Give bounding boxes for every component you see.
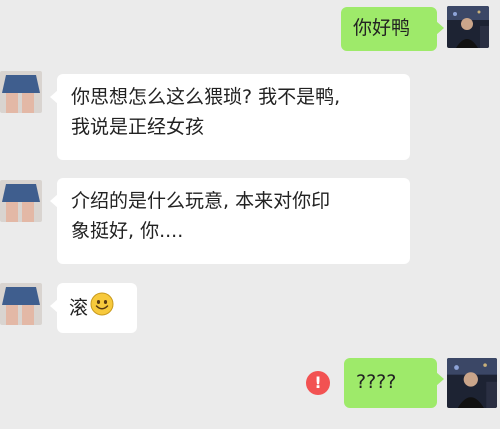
contact-avatar-image	[0, 283, 42, 325]
message-bubble-incoming[interactable]: 介绍的是什么玩意, 本来对你印 象挺好, 你....	[50, 178, 410, 264]
contact-avatar[interactable]	[0, 180, 42, 222]
message-text: ????	[356, 371, 397, 393]
message-bubble-incoming[interactable]: 你思想怎么这么猥琐? 我不是鸭, 我说是正经女孩	[50, 74, 410, 160]
message-text: 你好鸭	[353, 17, 411, 39]
my-avatar[interactable]	[447, 6, 489, 48]
my-avatar-image	[447, 358, 497, 408]
message-text-line: 象挺好, 你....	[71, 220, 184, 242]
message-text-line: 介绍的是什么玩意, 本来对你印	[71, 190, 331, 212]
smiling-face-emoji-icon	[90, 292, 114, 325]
message-text: 滚	[69, 297, 89, 319]
contact-avatar-image	[0, 180, 42, 222]
my-avatar-image	[447, 6, 489, 48]
message-bubble-outgoing[interactable]: 你好鸭	[341, 7, 444, 51]
contact-avatar[interactable]	[0, 283, 42, 325]
message-bubble-outgoing[interactable]: ????	[344, 358, 444, 408]
send-failed-icon[interactable]: !	[306, 371, 330, 395]
contact-avatar-image	[0, 71, 42, 113]
my-avatar[interactable]	[447, 358, 497, 408]
chat-window: 你好鸭 你思想怎么这么猥琐? 我不是鸭, 我说是正经女孩 介绍的是什么玩意, 本…	[0, 0, 500, 429]
message-text-line: 我说是正经女孩	[71, 116, 205, 138]
message-text-line: 你思想怎么这么猥琐? 我不是鸭,	[71, 86, 341, 108]
contact-avatar[interactable]	[0, 71, 42, 113]
message-bubble-incoming[interactable]: 滚	[50, 283, 137, 333]
